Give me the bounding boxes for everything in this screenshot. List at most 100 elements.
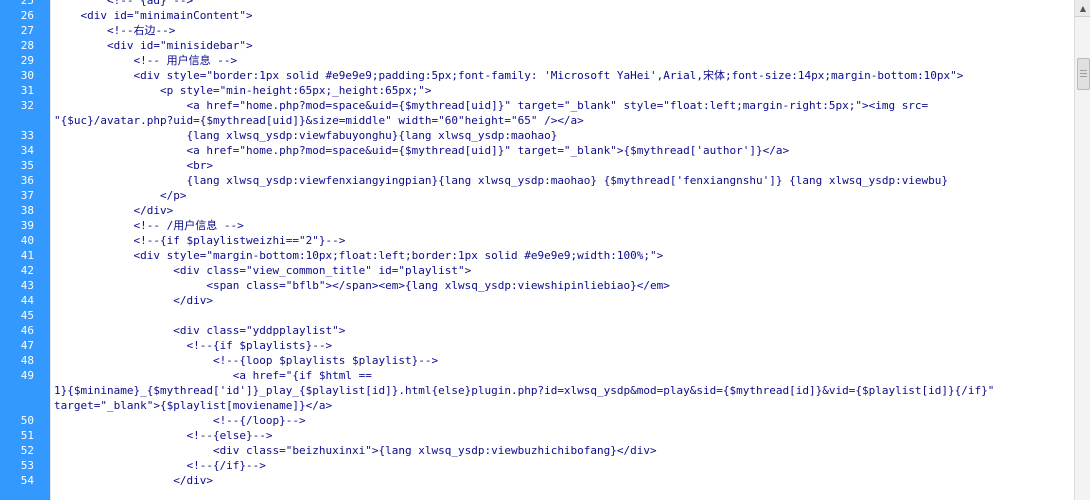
code-text: <!-- {ad} -->	[54, 0, 194, 7]
code-line[interactable]: 1}{$mininame}_{$mythread['id']}_play_{$p…	[0, 383, 1074, 398]
code-line[interactable]: 45	[0, 308, 1074, 323]
code-text: </div>	[54, 474, 213, 487]
line-number: 48	[20, 354, 34, 367]
code-text: <span class="bflb"></span><em>{lang xlws…	[54, 279, 670, 292]
scroll-up-button[interactable]: ▲	[1075, 0, 1090, 17]
code-text: <p style="min-height:65px;_height:65px;"…	[54, 84, 432, 97]
code-line[interactable]: 25 <!-- {ad} -->	[0, 0, 1074, 8]
code-line[interactable]: 49 <a href="{if $html ==	[0, 368, 1074, 383]
line-number: 34	[20, 144, 34, 157]
line-number: 29	[20, 54, 34, 67]
code-text: <!--{loop $playlists $playlist}-->	[54, 354, 439, 367]
code-area[interactable]: 25 <!-- {ad} --> 26 <div id="minimainCont…	[0, 0, 1074, 500]
code-line[interactable]: 38 </div>	[0, 203, 1074, 218]
code-line[interactable]: 50 <!--{/loop}-->	[0, 413, 1074, 428]
line-number: 26	[20, 9, 34, 22]
code-text: <a href="home.php?mod=space&uid={$mythre…	[54, 144, 790, 157]
code-line[interactable]: 33 {lang xlwsq_ysdp:viewfabuyonghu}{lang…	[0, 128, 1074, 143]
line-number: 37	[20, 189, 34, 202]
code-line[interactable]: 46 <div class="yddpplaylist">	[0, 323, 1074, 338]
code-text: <div id="minisidebar">	[54, 39, 253, 52]
line-number: 47	[20, 339, 34, 352]
line-number: 42	[20, 264, 34, 277]
line-number: 33	[20, 129, 34, 142]
scrollbar-thumb[interactable]	[1077, 58, 1090, 90]
code-line[interactable]: 34 <a href="home.php?mod=space&uid={$myt…	[0, 143, 1074, 158]
code-line[interactable]: 43 <span class="bflb"></span><em>{lang x…	[0, 278, 1074, 293]
code-editor[interactable]: 25 <!-- {ad} --> 26 <div id="minimainCont…	[0, 0, 1090, 500]
code-line[interactable]: 26 <div id="minimainContent">	[0, 8, 1074, 23]
code-text: <div class="beizhuxinxi">{lang xlwsq_ysd…	[54, 444, 657, 457]
line-number: 51	[20, 429, 34, 442]
code-line[interactable]: 52 <div class="beizhuxinxi">{lang xlwsq_…	[0, 443, 1074, 458]
line-number: 36	[20, 174, 34, 187]
code-line[interactable]: 51 <!--{else}-->	[0, 428, 1074, 443]
code-line[interactable]: 42 <div class="view_common_title" id="pl…	[0, 263, 1074, 278]
line-number: 27	[20, 24, 34, 37]
code-text: {lang xlwsq_ysdp:viewfenxiangyingpian}{l…	[54, 174, 949, 187]
code-text: 1}{$mininame}_{$mythread['id']}_play_{$p…	[54, 384, 995, 397]
arrow-up-icon: ▲	[1079, 3, 1087, 13]
line-number: 49	[20, 369, 34, 382]
code-line[interactable]: 53 <!--{/if}-->	[0, 458, 1074, 473]
code-line[interactable]: "{$uc}/avatar.php?uid={$mythread[uid]}&s…	[0, 113, 1074, 128]
code-line[interactable]: 27 <!--右边-->	[0, 23, 1074, 38]
code-text: <!--右边-->	[54, 24, 176, 37]
line-number: 41	[20, 249, 34, 262]
code-line[interactable]: 39 <!-- /用户信息 -->	[0, 218, 1074, 233]
code-text: target="_blank">{$playlist[moviename]}</…	[54, 399, 333, 412]
code-text: <!--{/if}-->	[54, 459, 266, 472]
line-number: 31	[20, 84, 34, 97]
code-line[interactable]: 48 <!--{loop $playlists $playlist}-->	[0, 353, 1074, 368]
code-line[interactable]: target="_blank">{$playlist[moviename]}</…	[0, 398, 1074, 413]
code-text: <div style="border:1px solid #e9e9e9;pad…	[54, 69, 964, 82]
line-number: 28	[20, 39, 34, 52]
code-text: <!-- /用户信息 -->	[54, 219, 244, 232]
grip-line	[1080, 73, 1087, 74]
code-line[interactable]: 32 <a href="home.php?mod=space&uid={$myt…	[0, 98, 1074, 113]
vertical-scrollbar[interactable]: ▲	[1074, 0, 1090, 500]
line-number: 32	[20, 99, 34, 112]
line-number: 39	[20, 219, 34, 232]
code-text: <div style="margin-bottom:10px;float:lef…	[54, 249, 664, 262]
code-line[interactable]: 31 <p style="min-height:65px;_height:65p…	[0, 83, 1074, 98]
code-text: <a href="home.php?mod=space&uid={$mythre…	[54, 99, 929, 112]
code-line[interactable]: 30 <div style="border:1px solid #e9e9e9;…	[0, 68, 1074, 83]
line-number: 44	[20, 294, 34, 307]
code-text: "{$uc}/avatar.php?uid={$mythread[uid]}&s…	[54, 114, 584, 127]
code-line[interactable]: 36 {lang xlwsq_ysdp:viewfenxiangyingpian…	[0, 173, 1074, 188]
code-line[interactable]: 54 </div>	[0, 473, 1074, 488]
code-text: <div id="minimainContent">	[54, 9, 253, 22]
code-text: <br>	[54, 159, 213, 172]
code-text: </div>	[54, 294, 213, 307]
code-text: </div>	[54, 204, 174, 217]
code-line[interactable]: 28 <div id="minisidebar">	[0, 38, 1074, 53]
code-text: <div class="view_common_title" id="playl…	[54, 264, 472, 277]
code-line[interactable]: 47 <!--{if $playlists}-->	[0, 338, 1074, 353]
line-number: 53	[20, 459, 34, 472]
code-line[interactable]: 40 <!--{if $playlistweizhi=="2"}-->	[0, 233, 1074, 248]
code-text: <!--{else}-->	[54, 429, 273, 442]
code-text: {lang xlwsq_ysdp:viewfabuyonghu}{lang xl…	[54, 129, 558, 142]
line-number: 38	[20, 204, 34, 217]
code-line[interactable]: 44 </div>	[0, 293, 1074, 308]
line-number: 30	[20, 69, 34, 82]
code-text: <!-- 用户信息 -->	[54, 54, 238, 67]
line-number: 50	[20, 414, 34, 427]
code-text: <!--{if $playlists}-->	[54, 339, 333, 352]
line-number: 40	[20, 234, 34, 247]
line-number: 25	[20, 0, 34, 7]
line-number: 45	[20, 309, 34, 322]
code-line[interactable]: 35 <br>	[0, 158, 1074, 173]
code-text: <!--{/loop}-->	[54, 414, 306, 427]
code-line[interactable]: 41 <div style="margin-bottom:10px;float:…	[0, 248, 1074, 263]
grip-line	[1080, 70, 1087, 71]
line-number: 35	[20, 159, 34, 172]
code-text: <div class="yddpplaylist">	[54, 324, 346, 337]
grip-line	[1080, 76, 1087, 77]
line-number: 46	[20, 324, 34, 337]
code-text: <!--{if $playlistweizhi=="2"}-->	[54, 234, 346, 247]
code-line[interactable]: 29 <!-- 用户信息 -->	[0, 53, 1074, 68]
code-line[interactable]: 37 </p>	[0, 188, 1074, 203]
code-text: <a href="{if $html ==	[54, 369, 372, 382]
